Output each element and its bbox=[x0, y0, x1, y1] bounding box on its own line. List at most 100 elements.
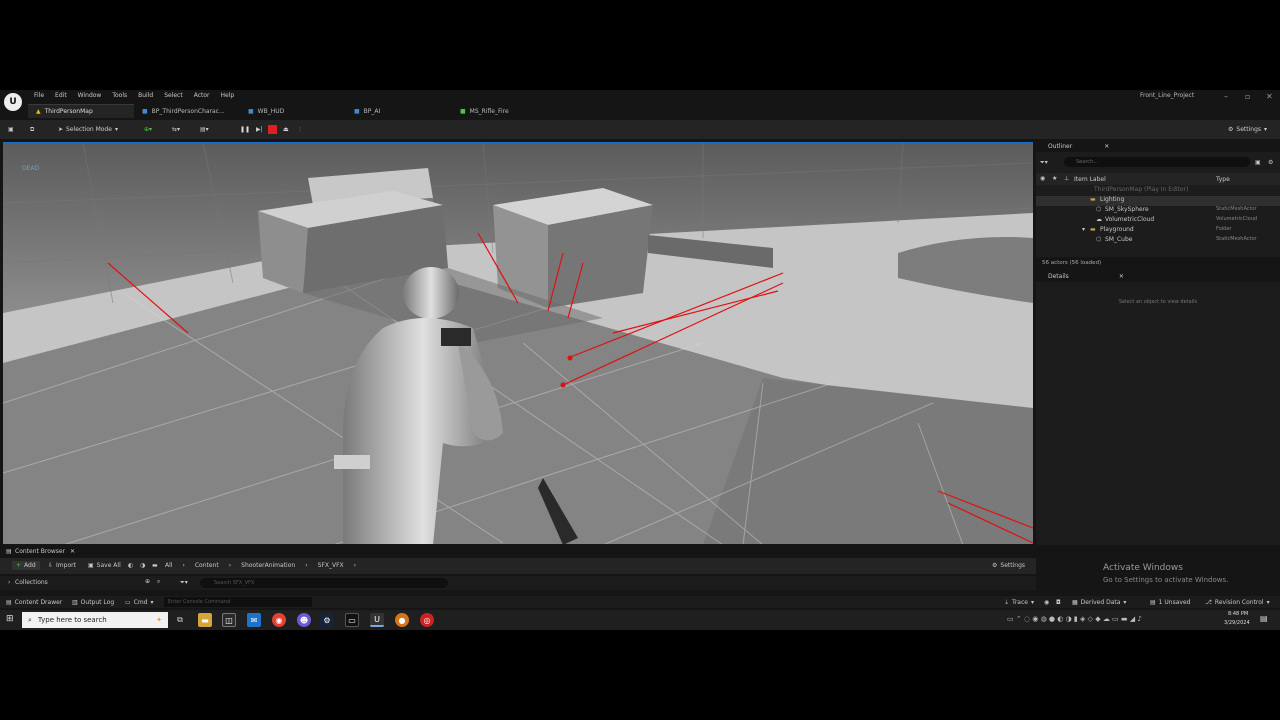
outliner-row[interactable]: ThirdPersonMap (Play In Editor) bbox=[1036, 186, 1280, 196]
breadcrumb-item[interactable]: All bbox=[165, 562, 172, 569]
selection-mode-dropdown[interactable]: ➤ Selection Mode ▾ bbox=[58, 124, 118, 135]
clock-time[interactable]: 8:48 PM bbox=[1228, 611, 1248, 617]
menu-build[interactable]: Build bbox=[138, 92, 153, 99]
save-icon: ▣ bbox=[88, 562, 94, 569]
outliner-row[interactable]: ☁ VolumetricCloud VolumetricCloud bbox=[1036, 216, 1280, 226]
outliner-row[interactable]: ⬡ SM_Cube StaticMeshActor bbox=[1036, 236, 1280, 246]
add-collection-icon[interactable]: ⊕ bbox=[145, 578, 150, 585]
save-all-button[interactable]: ▣ Save All bbox=[88, 562, 121, 569]
folder-icon: ▬ bbox=[1090, 226, 1096, 233]
menu-file[interactable]: File bbox=[34, 92, 44, 99]
tab-wb-hud[interactable]: ■ WB_HUD bbox=[240, 104, 346, 118]
task-view-icon[interactable]: ⧉ bbox=[173, 613, 187, 627]
unreal-engine-icon[interactable]: U bbox=[370, 613, 384, 627]
trace-dropdown[interactable]: ⇣ Trace ▾ bbox=[1004, 599, 1034, 606]
cmd-dropdown[interactable]: ▭ Cmd ▾ bbox=[125, 599, 154, 606]
terminal-icon[interactable]: ▭ bbox=[345, 613, 359, 627]
level-viewport[interactable]: DEAD bbox=[3, 142, 1033, 544]
chrome-icon[interactable]: ◉ bbox=[272, 613, 286, 627]
chevron-right-icon[interactable]: › bbox=[8, 579, 10, 586]
content-drawer-button[interactable]: ▤ Content Drawer bbox=[6, 599, 62, 606]
close-icon[interactable]: ✕ bbox=[1104, 143, 1109, 150]
content-icon[interactable]: ⧉ bbox=[30, 124, 34, 135]
file-explorer-icon[interactable]: ▬ bbox=[198, 613, 212, 627]
more-options-icon[interactable]: ⋮ bbox=[297, 124, 303, 135]
content-drawer-label: Content Drawer bbox=[14, 599, 63, 606]
close-icon[interactable]: ✕ bbox=[70, 548, 75, 555]
tab-thirdpersonmap[interactable]: ▲ ThirdPersonMap bbox=[28, 104, 134, 118]
content-search-input[interactable]: Search SFX_VFX bbox=[200, 578, 448, 588]
tab-bp-thirdpersoncharacter[interactable]: ■ BP_ThirdPersonCharac... bbox=[134, 104, 240, 118]
history-forward-icon[interactable]: ◑ bbox=[140, 562, 145, 569]
add-folder-icon[interactable]: ▣ bbox=[1255, 159, 1261, 166]
save-icon[interactable]: ▣ bbox=[8, 124, 14, 135]
add-actor-icon[interactable]: ⊕▾ bbox=[144, 124, 152, 135]
pause-icon[interactable]: ❚❚ bbox=[240, 124, 250, 135]
eject-icon[interactable]: ⏏ bbox=[283, 124, 289, 135]
filter-icon[interactable]: ⏷▾ bbox=[1040, 159, 1048, 167]
close-window-icon[interactable]: ✕ bbox=[1266, 92, 1273, 101]
chevron-right-icon: › bbox=[305, 562, 308, 569]
discord-icon[interactable]: ☻ bbox=[297, 613, 311, 627]
store-icon[interactable]: ◫ bbox=[222, 613, 236, 627]
step-icon[interactable]: ▶| bbox=[256, 124, 263, 135]
import-button[interactable]: ⇩ Import bbox=[48, 562, 76, 569]
tab-bp-ai[interactable]: ■ BP_AI bbox=[346, 104, 452, 118]
unsaved-button[interactable]: ▤ 1 Unsaved bbox=[1150, 599, 1190, 606]
unreal-logo-icon[interactable]: U bbox=[4, 93, 22, 111]
star-icon[interactable]: ★ bbox=[1052, 175, 1057, 182]
record-icon[interactable]: ◉ bbox=[1044, 599, 1049, 606]
log-icon: ▥ bbox=[72, 599, 78, 606]
clock-date[interactable]: 3/29/2024 bbox=[1224, 620, 1250, 626]
outliner-row[interactable]: ▾ ▬ Playground Folder bbox=[1036, 226, 1280, 236]
taskbar-search-input[interactable]: ⌕ Type here to search ✦ bbox=[22, 612, 168, 628]
obs-icon[interactable]: ◎ bbox=[420, 613, 434, 627]
collections-label[interactable]: Collections bbox=[15, 579, 48, 586]
steam-icon[interactable]: ⚙ bbox=[320, 613, 334, 627]
tab-ms-rifle-fire[interactable]: ■ MS_Rifle_Fire bbox=[452, 104, 558, 118]
menu-edit[interactable]: Edit bbox=[55, 92, 67, 99]
pin-icon[interactable]: ⊥ bbox=[1064, 175, 1069, 182]
settings-button[interactable]: ⚙ Settings ▾ bbox=[1228, 124, 1267, 135]
outliner-search-input[interactable]: Search... bbox=[1064, 157, 1250, 167]
row-label: Playground bbox=[1100, 226, 1134, 233]
outliner-row[interactable]: ▬ Lighting bbox=[1036, 196, 1280, 206]
history-back-icon[interactable]: ◐ bbox=[128, 562, 133, 569]
notification-icon[interactable]: ▤ bbox=[1260, 614, 1268, 623]
column-type[interactable]: Type bbox=[1216, 176, 1230, 183]
breadcrumb-item[interactable]: SFX_VFX bbox=[318, 562, 344, 569]
filter-icon[interactable]: ⏷▾ bbox=[180, 579, 188, 587]
breadcrumb-item[interactable]: Content bbox=[195, 562, 219, 569]
console-command-input[interactable]: Enter Console Command bbox=[164, 597, 312, 607]
menu-select[interactable]: Select bbox=[164, 92, 183, 99]
menu-window[interactable]: Window bbox=[78, 92, 102, 99]
content-browser-tab[interactable]: Content Browser bbox=[15, 548, 65, 555]
camera-icon[interactable]: ◘ bbox=[1056, 599, 1061, 606]
menu-help[interactable]: Help bbox=[221, 92, 235, 99]
mail-icon[interactable]: ✉ bbox=[247, 613, 261, 627]
derived-data-dropdown[interactable]: ▦ Derived Data ▾ bbox=[1072, 599, 1126, 606]
stop-icon[interactable] bbox=[268, 124, 277, 135]
add-button[interactable]: + Add bbox=[12, 561, 40, 570]
output-log-button[interactable]: ▥ Output Log bbox=[72, 599, 114, 606]
system-tray-icons[interactable]: ▭ ⌃ ◌ ◉ ◍ ● ◐ ◑ ▮ ◈ ◇ ◆ ☁ ▭ ▬ ◢ ♪ bbox=[1007, 615, 1142, 623]
app-icon[interactable]: ● bbox=[395, 613, 409, 627]
outliner-row[interactable]: ⬡ SM_SkySphere StaticMeshActor bbox=[1036, 206, 1280, 216]
eye-icon[interactable]: ◉ bbox=[1040, 175, 1045, 182]
menu-tools[interactable]: Tools bbox=[112, 92, 127, 99]
search-icon[interactable]: ⌕ bbox=[157, 578, 160, 586]
menu-actor[interactable]: Actor bbox=[194, 92, 210, 99]
content-browser-icon: ▤ bbox=[6, 548, 12, 555]
folder-icon[interactable]: ▬ bbox=[152, 562, 158, 569]
minimize-icon[interactable]: – bbox=[1224, 92, 1228, 101]
gear-icon[interactable]: ⚙ bbox=[1268, 159, 1273, 166]
cb-settings-button[interactable]: ⚙ Settings bbox=[992, 562, 1025, 569]
close-icon[interactable]: ✕ bbox=[1119, 273, 1124, 280]
maximize-icon[interactable]: ▫ bbox=[1245, 92, 1250, 101]
cinematics-icon[interactable]: ▤▾ bbox=[200, 124, 209, 135]
blueprint-menu-icon[interactable]: ⇆▾ bbox=[172, 124, 180, 135]
column-item-label[interactable]: Item Label bbox=[1074, 176, 1106, 183]
revision-control-dropdown[interactable]: ⎇ Revision Control ▾ bbox=[1205, 599, 1270, 606]
breadcrumb-item[interactable]: ShooterAnimation bbox=[241, 562, 295, 569]
windows-start-icon[interactable]: ⊞ bbox=[6, 614, 14, 624]
